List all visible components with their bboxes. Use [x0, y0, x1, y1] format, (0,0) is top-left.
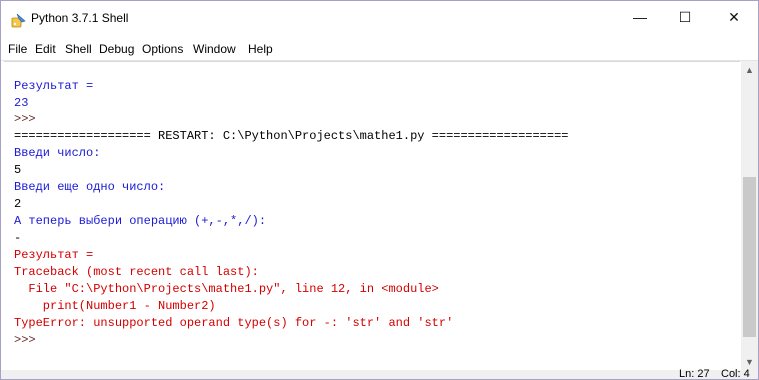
error-line: Результат =	[14, 248, 94, 262]
shell-line: Введи число:	[14, 146, 101, 160]
minimize-button[interactable]: —	[617, 1, 663, 33]
menu-shell[interactable]: Shell	[65, 42, 92, 56]
menu-options[interactable]: Options	[142, 42, 183, 56]
scroll-up-button[interactable]: ▲	[741, 61, 758, 78]
shell-line: Результат =	[14, 79, 94, 93]
shell-text-area[interactable]: Результат = 23 >>> =================== R…	[4, 61, 740, 371]
chevron-down-icon: ▼	[745, 356, 754, 367]
shell-line: А теперь выбери операцию (+,-,*,/):	[14, 214, 267, 228]
menu-edit[interactable]: Edit	[35, 42, 56, 56]
close-button[interactable]: ✕	[711, 1, 757, 33]
traceback-line: print(Number1 - Number2)	[14, 299, 216, 313]
menu-bar: File Edit Shell Debug Options Window Hel…	[1, 38, 758, 61]
menu-debug[interactable]: Debug	[99, 42, 134, 56]
idle-shell-window: Python 3.7.1 Shell — ☐ ✕ File Edit Shell…	[0, 0, 759, 380]
error-message: TypeError: unsupported operand type(s) f…	[14, 316, 454, 330]
chevron-up-icon: ▲	[745, 64, 754, 75]
shell-prompt: >>>	[14, 333, 36, 347]
python-idle-icon	[11, 13, 26, 28]
menu-help[interactable]: Help	[248, 42, 273, 56]
maximize-icon: ☐	[678, 8, 692, 25]
shell-prompt: >>>	[14, 112, 36, 126]
status-bar: Ln: 27 Col: 4	[1, 368, 758, 380]
status-line: Ln: 27	[679, 368, 710, 380]
shell-line: Введи еще одно число:	[14, 180, 166, 194]
restart-banner: =================== RESTART: C:\Python\P…	[14, 129, 569, 143]
menu-window[interactable]: Window	[193, 42, 236, 56]
window-title: Python 3.7.1 Shell	[31, 11, 129, 25]
scroll-thumb[interactable]	[743, 177, 756, 337]
maximize-button[interactable]: ☐	[662, 1, 708, 33]
close-icon: ✕	[728, 8, 740, 25]
title-bar[interactable]: Python 3.7.1 Shell — ☐ ✕	[1, 1, 758, 37]
traceback-line: File "C:\Python\Projects\mathe1.py", lin…	[14, 282, 439, 296]
status-col: Col: 4	[721, 368, 750, 380]
shell-line: 23	[14, 96, 29, 110]
user-input-line: -	[14, 231, 22, 245]
vertical-scrollbar[interactable]: ▲ ▼	[741, 61, 758, 370]
user-input-line: 5	[14, 163, 22, 177]
user-input-line: 2	[14, 197, 22, 211]
traceback-line: Traceback (most recent call last):	[14, 265, 259, 279]
menu-file[interactable]: File	[8, 42, 27, 56]
minimize-icon: —	[633, 9, 647, 25]
